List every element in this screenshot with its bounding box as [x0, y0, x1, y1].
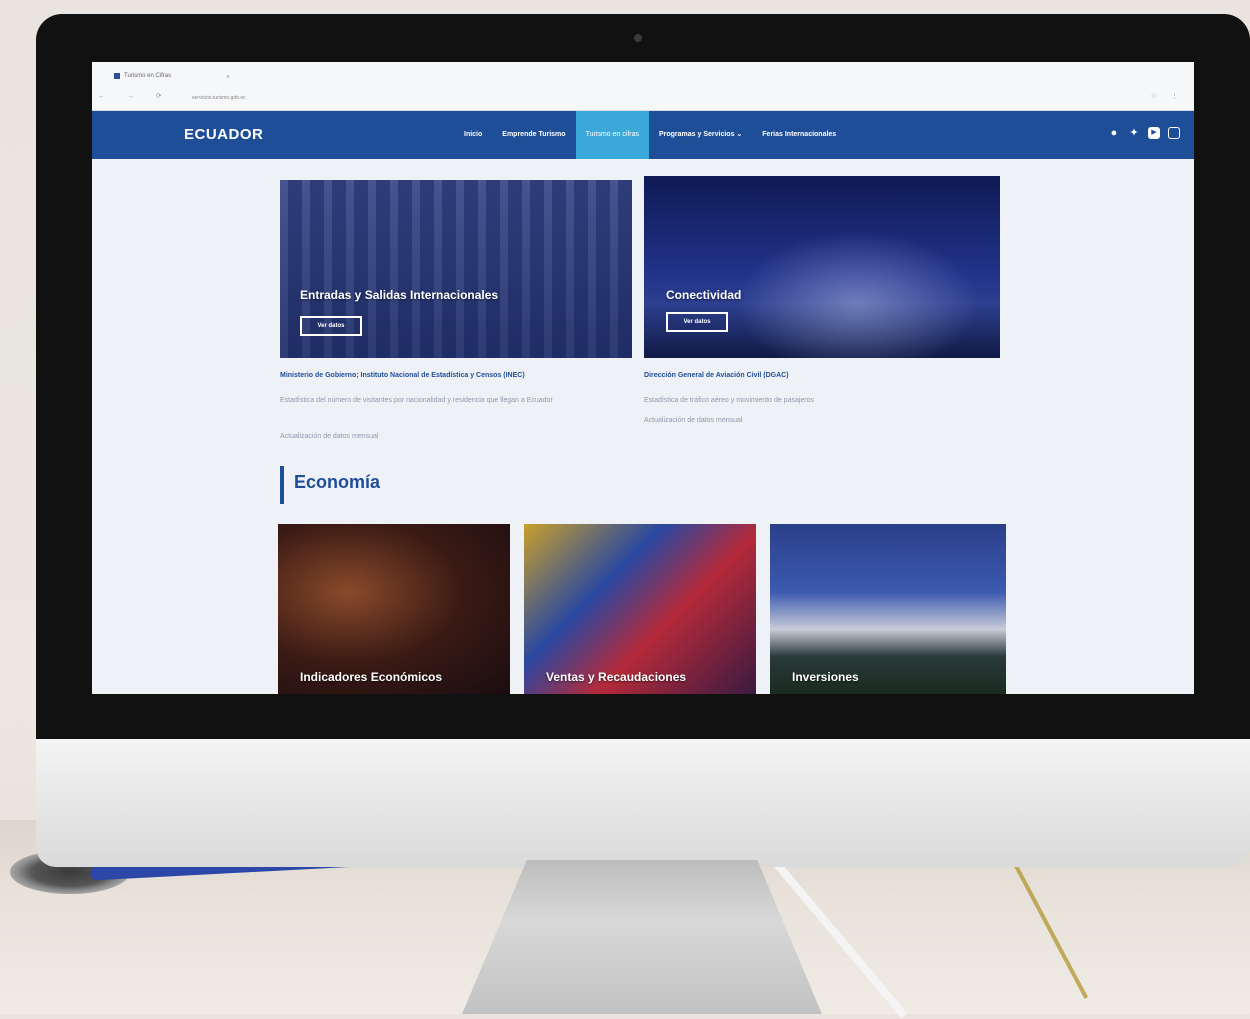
card-update: Actualización de datos mensual: [280, 433, 379, 440]
card-update: Actualización de datos mensual: [644, 417, 743, 424]
card-entradas-salidas: Entradas y Salidas Internacionales Ver d…: [280, 180, 632, 460]
card-description: Estadística de tráfico aéreo y movimient…: [644, 397, 815, 404]
site-header: ECUADOR Inicio Emprende Turismo Turismo …: [92, 111, 1194, 159]
tile-ventas-recaudaciones[interactable]: Ventas y Recaudaciones: [524, 524, 756, 694]
tile-indicadores-economicos[interactable]: Indicadores Económicos: [278, 524, 510, 694]
address-bar[interactable]: servicios.turismo.gob.ec: [192, 92, 452, 104]
tab-title: Turismo en Cifras: [124, 73, 172, 79]
browser-nav-buttons[interactable]: ← → ⟳: [98, 92, 172, 100]
section-accent-bar: [280, 466, 284, 504]
camera-icon: [634, 34, 642, 42]
browser-menu-icons[interactable]: ☆ ⋮: [1151, 92, 1184, 100]
youtube-icon[interactable]: ▶: [1148, 127, 1160, 139]
tile-title: Indicadores Económicos: [300, 670, 443, 684]
browser-chrome: Turismo en Cifras × ← → ⟳ servicios.turi…: [92, 62, 1194, 111]
menu-item-turismo-en-cifras[interactable]: Turismo en cifras: [575, 111, 649, 159]
menu-item-ferias-internacionales[interactable]: Ferias Internacionales: [752, 111, 846, 159]
card-title: Conectividad: [666, 288, 742, 302]
brand-logo[interactable]: ECUADOR: [184, 111, 263, 159]
main-menu: Inicio Emprende Turismo Turismo en cifra…: [454, 111, 846, 159]
instagram-icon[interactable]: [1168, 127, 1180, 139]
menu-item-programas-servicios[interactable]: Programas y Servicios ⌄: [649, 111, 752, 159]
browser-tab[interactable]: Turismo en Cifras ×: [114, 68, 230, 84]
card-source: Dirección General de Aviación Civil (DGA…: [644, 372, 789, 379]
section-title: Economía: [294, 472, 381, 492]
monitor-chin: [36, 739, 1250, 867]
card-description: Estadística del número de visitantes por…: [280, 397, 553, 404]
card-title: Entradas y Salidas Internacionales: [300, 288, 499, 302]
card-conectividad: Conectividad Ver datos Dirección General…: [644, 176, 1000, 456]
tile-title: Inversiones: [792, 670, 859, 684]
facebook-icon[interactable]: ●: [1108, 127, 1120, 139]
tile-title: Ventas y Recaudaciones: [546, 670, 687, 684]
tile-inversiones[interactable]: Inversiones: [770, 524, 1006, 694]
twitter-icon[interactable]: ✦: [1128, 127, 1140, 139]
main-content: Entradas y Salidas Internacionales Ver d…: [92, 158, 1194, 694]
ver-datos-button[interactable]: Ver datos: [666, 312, 728, 332]
menu-item-emprende-turismo[interactable]: Emprende Turismo: [492, 111, 575, 159]
card-source: Ministerio de Gobierno; Instituto Nacion…: [280, 372, 525, 379]
ver-datos-button[interactable]: Ver datos: [300, 316, 362, 336]
favicon-icon: [114, 73, 120, 79]
social-links: ● ✦ ▶: [1108, 127, 1180, 139]
menu-item-inicio[interactable]: Inicio: [454, 111, 492, 159]
screen: Turismo en Cifras × ← → ⟳ servicios.turi…: [92, 62, 1194, 694]
close-tab-icon[interactable]: ×: [226, 74, 230, 81]
